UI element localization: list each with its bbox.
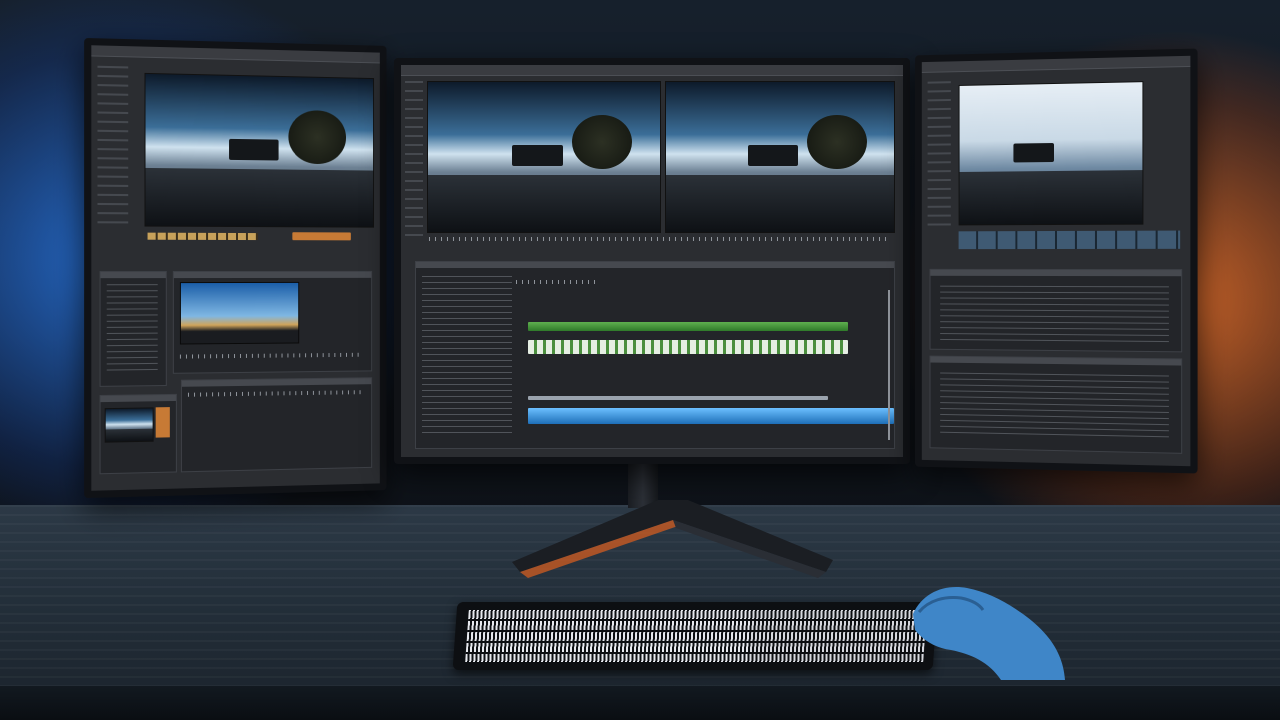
left-highlight-clip[interactable] — [292, 232, 351, 241]
audio-track-clip[interactable] — [528, 408, 894, 424]
center-tool-sidebar[interactable] — [405, 81, 423, 241]
center-menu-bar[interactable] — [401, 65, 903, 76]
left-sunset-preview[interactable] — [179, 281, 300, 345]
left-program-panel[interactable] — [172, 270, 373, 374]
left-thumbnail-bin[interactable] — [99, 393, 177, 475]
right-preview[interactable] — [958, 81, 1144, 226]
left-tool-sidebar[interactable] — [97, 65, 129, 229]
desk-edge — [0, 686, 1280, 720]
center-source-monitor[interactable] — [427, 81, 661, 233]
left-source-preview[interactable] — [144, 72, 375, 228]
video-track-clip[interactable] — [528, 322, 848, 331]
right-audio-mixer[interactable] — [929, 355, 1183, 454]
monitor-stand-base — [512, 500, 833, 578]
left-screen — [91, 45, 380, 491]
left-clip-strip[interactable] — [147, 232, 258, 241]
center-monitor — [394, 58, 910, 464]
hand-icon — [913, 587, 1065, 680]
right-screen — [921, 55, 1191, 467]
editing-desk-scene — [0, 0, 1280, 720]
left-menu-bar[interactable] — [91, 45, 380, 64]
right-monitor — [915, 48, 1198, 474]
keyboard-keys[interactable] — [465, 610, 927, 662]
keyboard[interactable] — [452, 602, 938, 670]
timeline-scrollbar[interactable] — [888, 290, 890, 440]
audio-track-header[interactable] — [528, 396, 828, 400]
right-clip-strip[interactable] — [958, 230, 1181, 250]
center-scrub-bar[interactable] — [429, 237, 889, 241]
left-monitor — [84, 37, 387, 499]
right-tool-sidebar[interactable] — [927, 81, 951, 230]
timeline-header[interactable] — [416, 262, 894, 268]
left-effects-panel[interactable] — [99, 271, 167, 387]
center-program-monitor[interactable] — [665, 81, 895, 233]
right-effect-controls[interactable] — [929, 268, 1183, 353]
center-screen — [401, 65, 903, 457]
timeline-toolbar[interactable] — [516, 280, 596, 284]
track-headers[interactable] — [422, 276, 512, 436]
center-timeline-panel[interactable] — [415, 261, 895, 449]
video-track-thumbnails[interactable] — [528, 340, 848, 354]
right-menu-bar[interactable] — [921, 55, 1191, 73]
left-secondary-timeline[interactable] — [180, 377, 373, 473]
